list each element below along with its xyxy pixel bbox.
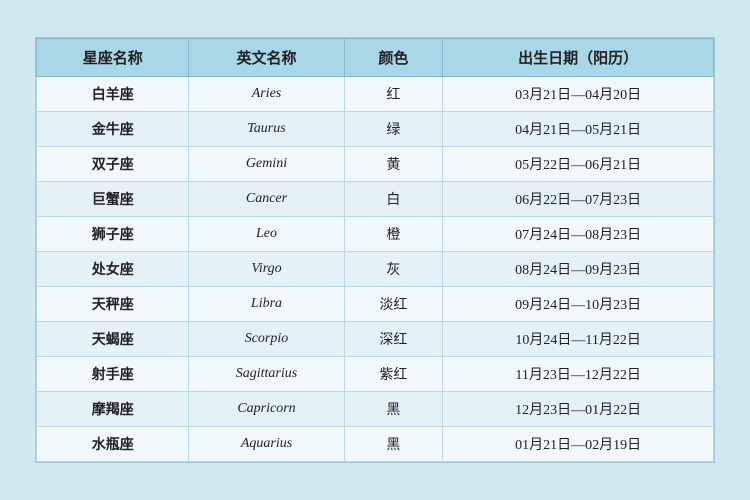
cell-dates: 06月22日—07月23日 [443,182,714,217]
cell-chinese-name: 摩羯座 [37,392,189,427]
cell-color: 绿 [344,112,443,147]
zodiac-table: 星座名称 英文名称 颜色 出生日期（阳历） 白羊座Aries红03月21日—04… [36,38,714,462]
cell-chinese-name: 巨蟹座 [37,182,189,217]
cell-chinese-name: 狮子座 [37,217,189,252]
cell-color: 灰 [344,252,443,287]
cell-chinese-name: 射手座 [37,357,189,392]
cell-english-name: Libra [189,287,344,322]
cell-english-name: Capricorn [189,392,344,427]
cell-dates: 04月21日—05月21日 [443,112,714,147]
cell-english-name: Aries [189,77,344,112]
cell-english-name: Leo [189,217,344,252]
cell-chinese-name: 天蝎座 [37,322,189,357]
table-row: 射手座Sagittarius紫红11月23日—12月22日 [37,357,714,392]
cell-chinese-name: 水瓶座 [37,427,189,462]
cell-color: 红 [344,77,443,112]
cell-english-name: Gemini [189,147,344,182]
cell-color: 深红 [344,322,443,357]
cell-dates: 07月24日—08月23日 [443,217,714,252]
cell-dates: 11月23日—12月22日 [443,357,714,392]
cell-color: 黑 [344,392,443,427]
table-row: 处女座Virgo灰08月24日—09月23日 [37,252,714,287]
cell-english-name: Taurus [189,112,344,147]
cell-chinese-name: 天秤座 [37,287,189,322]
cell-english-name: Aquarius [189,427,344,462]
table-row: 水瓶座Aquarius黑01月21日—02月19日 [37,427,714,462]
cell-dates: 05月22日—06月21日 [443,147,714,182]
cell-dates: 08月24日—09月23日 [443,252,714,287]
cell-english-name: Sagittarius [189,357,344,392]
cell-english-name: Virgo [189,252,344,287]
zodiac-table-container: 星座名称 英文名称 颜色 出生日期（阳历） 白羊座Aries红03月21日—04… [35,37,715,463]
cell-dates: 12月23日—01月22日 [443,392,714,427]
cell-color: 橙 [344,217,443,252]
cell-color: 淡红 [344,287,443,322]
table-row: 巨蟹座Cancer白06月22日—07月23日 [37,182,714,217]
table-row: 摩羯座Capricorn黑12月23日—01月22日 [37,392,714,427]
cell-english-name: Cancer [189,182,344,217]
table-header-row: 星座名称 英文名称 颜色 出生日期（阳历） [37,39,714,77]
cell-english-name: Scorpio [189,322,344,357]
cell-chinese-name: 金牛座 [37,112,189,147]
cell-color: 黑 [344,427,443,462]
table-body: 白羊座Aries红03月21日—04月20日金牛座Taurus绿04月21日—0… [37,77,714,462]
header-english-name: 英文名称 [189,39,344,77]
cell-dates: 03月21日—04月20日 [443,77,714,112]
header-color: 颜色 [344,39,443,77]
cell-dates: 01月21日—02月19日 [443,427,714,462]
cell-color: 白 [344,182,443,217]
table-row: 白羊座Aries红03月21日—04月20日 [37,77,714,112]
cell-chinese-name: 处女座 [37,252,189,287]
table-row: 金牛座Taurus绿04月21日—05月21日 [37,112,714,147]
cell-color: 黄 [344,147,443,182]
cell-chinese-name: 双子座 [37,147,189,182]
table-row: 双子座Gemini黄05月22日—06月21日 [37,147,714,182]
table-row: 天蝎座Scorpio深红10月24日—11月22日 [37,322,714,357]
cell-color: 紫红 [344,357,443,392]
table-row: 狮子座Leo橙07月24日—08月23日 [37,217,714,252]
header-dates: 出生日期（阳历） [443,39,714,77]
header-chinese-name: 星座名称 [37,39,189,77]
cell-dates: 10月24日—11月22日 [443,322,714,357]
cell-chinese-name: 白羊座 [37,77,189,112]
cell-dates: 09月24日—10月23日 [443,287,714,322]
table-row: 天秤座Libra淡红09月24日—10月23日 [37,287,714,322]
